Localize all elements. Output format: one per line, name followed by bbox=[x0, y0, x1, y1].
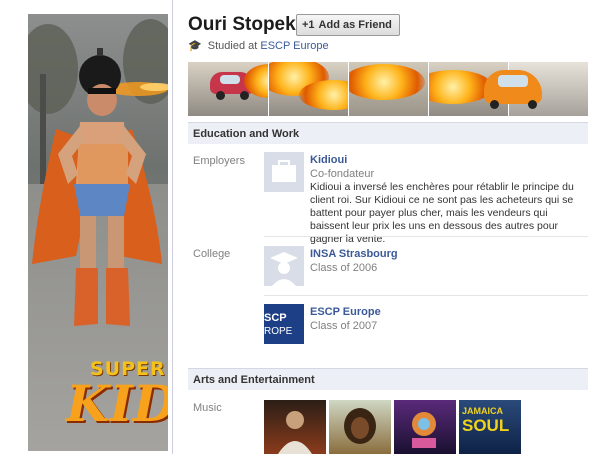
album-art-icon bbox=[344, 408, 376, 444]
music-label: Music bbox=[193, 402, 222, 414]
add-friend-label: Add as Friend bbox=[318, 19, 392, 31]
section-header-education: Education and Work bbox=[188, 122, 588, 144]
college-class: Class of 2006 bbox=[310, 262, 378, 274]
row-divider bbox=[264, 295, 588, 296]
escp-logo-text: ROPE bbox=[264, 326, 293, 337]
college-name-link[interactable]: INSA Strasbourg bbox=[310, 248, 398, 260]
college-thumbnail[interactable] bbox=[264, 246, 304, 286]
logo-text-kidi: KIDI bbox=[66, 374, 168, 433]
college-label: College bbox=[193, 248, 231, 260]
album-bob-marley[interactable] bbox=[329, 400, 391, 454]
strip-photo[interactable] bbox=[349, 62, 429, 116]
wheel-shape bbox=[528, 100, 537, 109]
car-window-shape bbox=[498, 75, 528, 87]
wheel-shape bbox=[216, 91, 225, 100]
add-friend-icon: +1 bbox=[302, 19, 315, 31]
employers-label: Employers bbox=[193, 155, 245, 167]
car-window-shape bbox=[220, 75, 240, 84]
college-logo-escp[interactable]: SCP ROPE bbox=[264, 304, 304, 344]
graduate-icon bbox=[270, 252, 298, 286]
studied-at-line: 🎓 Studied at ESCP Europe bbox=[188, 39, 329, 52]
section-header-arts: Arts and Entertainment bbox=[188, 368, 588, 390]
album-art-icon bbox=[278, 411, 312, 454]
profile-name: Ouri Stopek bbox=[188, 14, 296, 35]
wheel-shape bbox=[240, 91, 249, 100]
escp-logo-text: SCP bbox=[264, 312, 287, 324]
strip-photo[interactable] bbox=[269, 62, 349, 116]
album-jamaica-soul[interactable]: JAMAICA SOUL bbox=[459, 400, 521, 454]
strip-photo[interactable] bbox=[188, 62, 269, 116]
left-column: SUPER KIDI bbox=[0, 0, 183, 454]
album-title-text: JAMAICA bbox=[462, 406, 504, 416]
briefcase-icon bbox=[272, 160, 296, 182]
photo-strip bbox=[188, 62, 588, 116]
wheel-shape bbox=[490, 100, 499, 109]
college-name-link[interactable]: ESCP Europe bbox=[310, 306, 381, 318]
album-title-text: SOUL bbox=[462, 416, 510, 435]
employer-role: Co-fondateur bbox=[310, 168, 375, 180]
superhero-figure bbox=[32, 48, 168, 326]
studied-school-link[interactable]: ESCP Europe bbox=[260, 40, 328, 52]
row-divider bbox=[264, 236, 588, 237]
add-friend-button[interactable]: +1 Add as Friend bbox=[296, 14, 400, 36]
profile-picture[interactable]: SUPER KIDI bbox=[28, 14, 168, 451]
album-art-icon bbox=[412, 412, 436, 448]
graduation-cap-icon: 🎓 bbox=[188, 40, 202, 52]
college-class: Class of 2007 bbox=[310, 320, 378, 332]
studied-prefix: Studied at bbox=[207, 40, 258, 52]
employer-thumbnail[interactable] bbox=[264, 152, 304, 192]
album-kanye-graduation[interactable] bbox=[394, 400, 456, 454]
column-divider bbox=[172, 0, 173, 454]
employer-name-link[interactable]: Kidioui bbox=[310, 154, 347, 166]
album-michael-jackson[interactable] bbox=[264, 400, 326, 454]
